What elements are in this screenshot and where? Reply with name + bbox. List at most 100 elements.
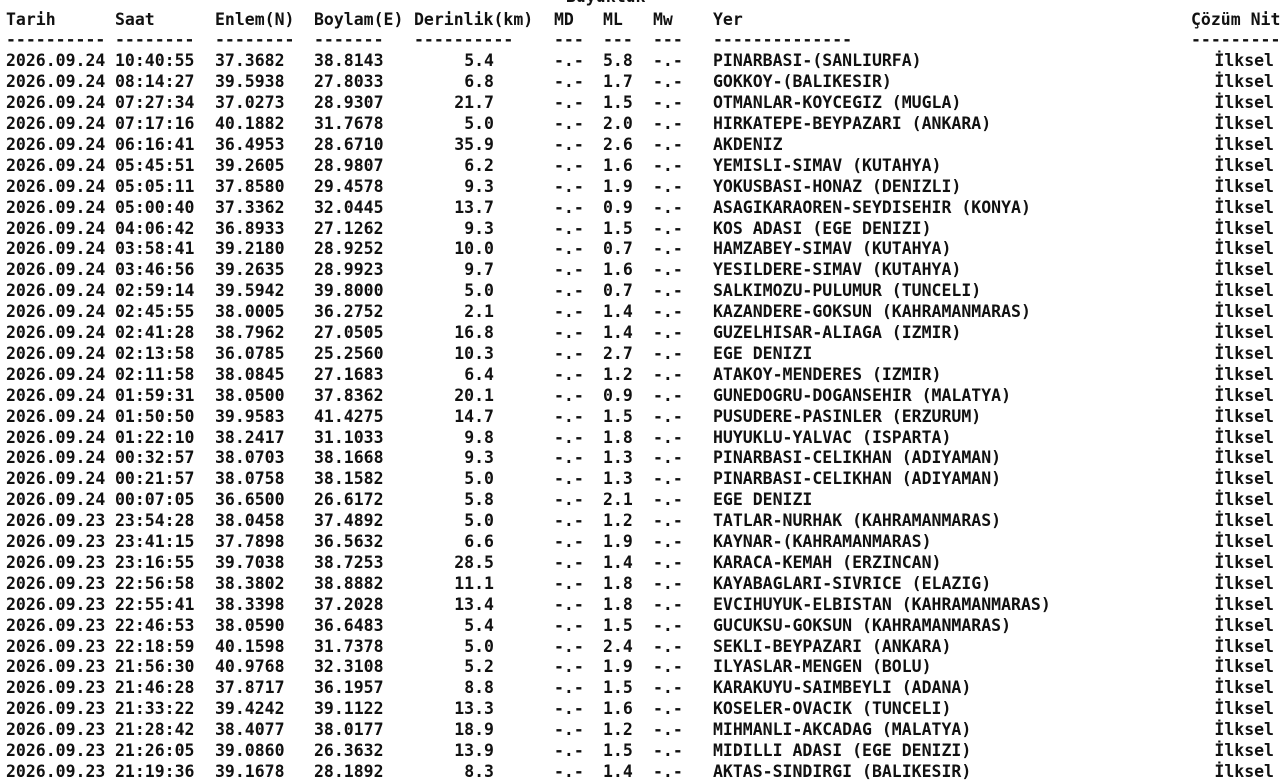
- cell-date: 2026.09.24: [6, 343, 106, 363]
- cell-ml: 2.1: [603, 490, 633, 510]
- cell-mw: -.-: [653, 720, 683, 740]
- separator-tarih: ----------: [6, 30, 106, 50]
- cell-place: HAMZABEY-SIMAV (KUTAHYA): [713, 239, 952, 259]
- table-row: 2026.09.23 22:18:59 40.1598 31.7378 5.0 -.- 2.…: [6, 637, 1280, 658]
- separator-derinlik: ----------: [414, 30, 514, 50]
- cell-quality: İlksel: [1214, 364, 1274, 384]
- cell-lon: 31.1033: [314, 427, 384, 447]
- cell-date: 2026.09.24: [6, 197, 106, 217]
- cell-depth: 5.0: [464, 114, 494, 133]
- cell-ml: 1.9: [603, 176, 633, 196]
- cell-lat: 39.2635: [215, 260, 285, 280]
- cell-quality: İlksel: [1214, 427, 1274, 447]
- cell-lat: 38.2417: [215, 427, 285, 447]
- cell-md: -.-: [554, 511, 584, 531]
- separator-row: ---------- -------- -------- ------- -------…: [6, 30, 1280, 51]
- cell-quality: İlksel: [1214, 448, 1274, 468]
- cell-md: -.-: [554, 636, 584, 656]
- cell-quality: İlksel: [1214, 51, 1274, 71]
- separator-ml: ---: [603, 30, 633, 50]
- cell-mw: -.-: [653, 761, 683, 781]
- cell-lon: 28.9252: [314, 239, 384, 259]
- cell-place: KARACA-KEMAH (ERZINCAN): [713, 552, 942, 572]
- cell-lon: 27.1683: [314, 364, 384, 384]
- cell-mw: -.-: [653, 490, 683, 510]
- cell-lat: 37.3362: [215, 197, 285, 217]
- cell-ml: 1.4: [603, 323, 633, 342]
- cell-quality: İlksel: [1214, 218, 1274, 238]
- cell-md: -.-: [554, 469, 584, 489]
- cell-time: 02:41:28: [115, 323, 195, 342]
- cell-ml: 0.9: [603, 385, 633, 405]
- cell-lon: 37.8362: [314, 385, 384, 405]
- cell-place: EGE DENIZI: [713, 490, 813, 510]
- cell-date: 2026.09.23: [6, 636, 106, 656]
- cell-date: 2026.09.23: [6, 552, 106, 572]
- cell-lon: 38.1582: [314, 469, 384, 489]
- cell-date: 2026.09.24: [6, 427, 106, 447]
- cell-md: -.-: [554, 406, 584, 426]
- cell-quality: İlksel: [1214, 72, 1274, 92]
- cell-place: GUZELHISAR-ALIAGA (IZMIR): [713, 323, 962, 342]
- cell-time: 23:41:15: [115, 532, 195, 551]
- cell-date: 2026.09.24: [6, 469, 106, 489]
- table-row: 2026.09.24 02:45:55 38.0005 36.2752 2.1 -.- 1.…: [6, 302, 1280, 323]
- cell-mw: -.-: [653, 573, 683, 593]
- cell-place: KAYNAR-(KAHRAMANMARAS): [713, 532, 932, 551]
- cell-ml: 1.6: [603, 155, 633, 175]
- cell-lon: 41.4275: [314, 406, 384, 426]
- cell-quality: İlksel: [1214, 176, 1274, 196]
- cell-place: MIHMANLI-AKCADAG (MALATYA): [713, 720, 972, 740]
- cell-time: 21:56:30: [115, 657, 195, 677]
- table-row: 2026.09.24 00:07:05 36.6500 26.6172 5.8 -.- 2.…: [6, 490, 1280, 511]
- cell-quality: İlksel: [1214, 406, 1274, 426]
- cell-place: KARAKUYU-SAIMBEYLI (ADANA): [713, 678, 972, 698]
- cell-depth: 10.0: [454, 239, 494, 259]
- cell-lon: 26.6172: [314, 490, 384, 510]
- cell-place: PUSUDERE-PASINLER (ERZURUM): [713, 406, 982, 426]
- cell-lon: 28.9923: [314, 260, 384, 280]
- cell-lat: 39.4242: [215, 699, 285, 719]
- cell-time: 00:07:05: [115, 490, 195, 510]
- cell-place: HIRKATEPE-BEYPAZARI (ANKARA): [713, 114, 992, 133]
- table-row: 2026.09.24 10:40:55 37.3682 38.8143 5.4 -.- 5.…: [6, 51, 1280, 72]
- cell-depth: 9.8: [464, 427, 494, 447]
- cell-depth: 6.4: [464, 364, 494, 384]
- cell-mw: -.-: [653, 343, 683, 363]
- cell-place: EGE DENIZI: [713, 343, 813, 363]
- cell-date: 2026.09.23: [6, 573, 106, 593]
- cell-lon: 38.8143: [314, 51, 384, 71]
- cell-mw: -.-: [653, 239, 683, 259]
- cell-quality: İlksel: [1214, 260, 1274, 280]
- table-row: 2026.09.23 22:46:53 38.0590 36.6483 5.4 -.- 1.…: [6, 616, 1280, 637]
- table-row: 2026.09.23 21:19:36 39.1678 28.1892 8.3 -.- 1.…: [6, 762, 1280, 783]
- cell-lat: 36.8933: [215, 218, 285, 238]
- cell-mw: -.-: [653, 552, 683, 572]
- cell-quality: İlksel: [1214, 678, 1274, 698]
- table-row: 2026.09.24 02:11:58 38.0845 27.1683 6.4 -.- 1.…: [6, 365, 1280, 386]
- cell-place: PINARBASI-CELIKHAN (ADIYAMAN): [713, 469, 1002, 489]
- cell-time: 21:33:22: [115, 699, 195, 719]
- cell-depth: 9.3: [464, 448, 494, 468]
- cell-lat: 38.0500: [215, 385, 285, 405]
- column-header-tarih: Tarih: [6, 9, 56, 29]
- cell-time: 01:50:50: [115, 406, 195, 426]
- cell-depth: 28.5: [454, 552, 494, 572]
- cell-mw: -.-: [653, 93, 683, 113]
- cell-lat: 39.1678: [215, 761, 285, 781]
- cell-mw: -.-: [653, 469, 683, 489]
- cell-quality: İlksel: [1214, 343, 1274, 363]
- cell-lon: 28.1892: [314, 761, 384, 781]
- cell-lon: 36.5632: [314, 532, 384, 551]
- cell-ml: 0.9: [603, 197, 633, 217]
- cell-date: 2026.09.24: [6, 406, 106, 426]
- cell-lat: 38.0590: [215, 615, 285, 635]
- cell-ml: 2.6: [603, 134, 633, 154]
- cell-lat: 37.7898: [215, 532, 285, 551]
- table-row: 2026.09.24 08:14:27 39.5938 27.8033 6.8 -.- 1.…: [6, 72, 1280, 93]
- cell-date: 2026.09.23: [6, 678, 106, 698]
- cell-lat: 38.0005: [215, 302, 285, 322]
- cell-lon: 25.2560: [314, 343, 384, 363]
- cell-md: -.-: [554, 761, 584, 781]
- cell-ml: 0.7: [603, 281, 633, 301]
